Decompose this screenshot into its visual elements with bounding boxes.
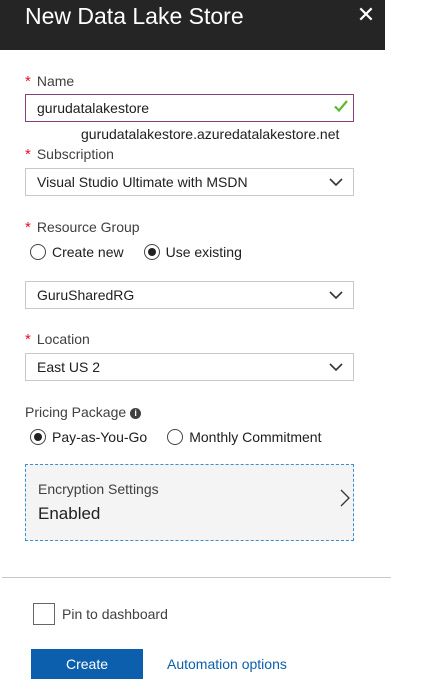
blade-title: New Data Lake Store [25, 3, 244, 29]
subscription-select[interactable]: Visual Studio Ultimate with MSDN [25, 168, 354, 196]
radio-circle [30, 244, 46, 260]
location-label: * Location [25, 331, 90, 348]
radio-use-existing[interactable]: Use existing [143, 244, 242, 260]
close-button[interactable]: ✕ [354, 3, 378, 27]
encryption-value: Enabled [38, 504, 101, 523]
create-button[interactable]: Create [31, 649, 143, 679]
radio-circle-selected [30, 429, 46, 445]
required-marker: * [25, 331, 31, 348]
resource-group-value: GuruSharedRG [37, 287, 135, 303]
name-hint: gurudatalakestore.azuredatalakestore.net [81, 126, 340, 142]
radio-pay-as-you-go[interactable]: Pay-as-You-Go [30, 429, 147, 445]
chevron-right-icon [340, 489, 350, 507]
pin-to-dashboard-label: Pin to dashboard [62, 606, 168, 622]
required-marker: * [25, 73, 31, 90]
location-select[interactable]: East US 2 [25, 353, 354, 381]
name-label: * Name [25, 73, 75, 90]
check-icon [334, 100, 348, 113]
name-input[interactable] [25, 94, 354, 122]
encryption-settings-tile[interactable]: Encryption Settings Enabled [25, 464, 354, 541]
automation-options-link[interactable]: Automation options [167, 656, 287, 672]
radio-create-new[interactable]: Create new [30, 244, 124, 260]
pricing-radio-group: Pay-as-You-Go Monthly Commitment [30, 427, 341, 447]
radio-monthly-commitment[interactable]: Monthly Commitment [167, 429, 321, 445]
subscription-value: Visual Studio Ultimate with MSDN [37, 174, 248, 190]
required-marker: * [25, 146, 31, 163]
resource-group-radio-group: Create new Use existing [30, 242, 262, 262]
radio-circle-selected [143, 244, 160, 260]
chevron-down-icon [329, 178, 343, 187]
footer-divider [2, 577, 391, 578]
subscription-label: * Subscription [25, 146, 114, 163]
pin-to-dashboard-checkbox[interactable] [33, 603, 55, 625]
required-marker: * [25, 219, 31, 236]
location-value: East US 2 [37, 359, 101, 375]
resource-group-label: * Resource Group [25, 219, 140, 236]
chevron-down-icon [329, 291, 343, 300]
chevron-down-icon [329, 363, 343, 372]
blade-header: New Data Lake Store ✕ [0, 0, 385, 50]
resource-group-select[interactable]: GuruSharedRG [25, 281, 354, 309]
pricing-label: Pricing Package i [25, 403, 142, 421]
radio-circle [167, 429, 184, 445]
info-icon[interactable]: i [130, 408, 142, 419]
close-icon: ✕ [356, 2, 376, 27]
encryption-title: Encryption Settings [38, 481, 159, 497]
